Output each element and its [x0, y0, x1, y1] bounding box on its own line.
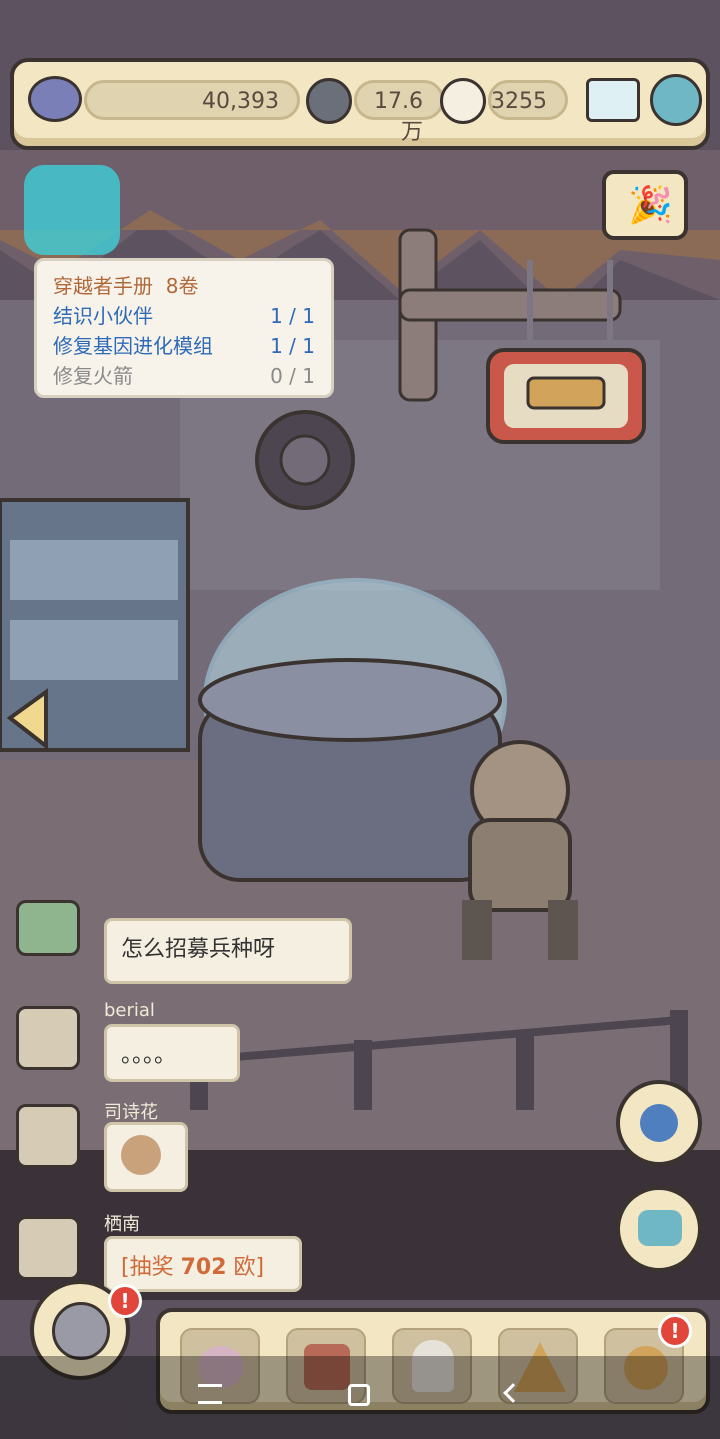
chat-bubble [104, 1122, 188, 1192]
notification-badge: ! [108, 1284, 142, 1318]
mail-icon[interactable] [586, 78, 640, 122]
quest-item-label: 结识小伙伴 [53, 304, 153, 328]
likes-count: 3255 [491, 89, 547, 114]
messages-count: 17.6万 [374, 89, 423, 145]
likes-pill: 3255 [488, 80, 568, 120]
home-icon[interactable] [348, 1384, 370, 1406]
quest-item: 修复火箭 0 / 1 [53, 361, 315, 391]
views-pill: 40,393 [84, 80, 300, 120]
planet-icon [640, 1104, 678, 1142]
chat-message: 。。。。 [121, 1043, 177, 1068]
quest-title: 穿越者手册 [53, 274, 153, 298]
chat-message-value: 702 [180, 1255, 227, 1280]
top-currency-bar: 40,393 17.6万 3255 [10, 58, 710, 150]
quest-panel[interactable]: 穿越者手册 8卷 结识小伙伴 1 / 1 修复基因进化模组 1 / 1 修复火箭… [34, 258, 334, 398]
quest-item-progress: 1 / 1 [270, 304, 315, 328]
chat-message: 怎么招募兵种呀 [121, 937, 276, 962]
chat-button[interactable] [616, 1186, 702, 1272]
menu-icon[interactable] [198, 1384, 222, 1404]
avatar [16, 1104, 80, 1168]
quest-volume: 8卷 [165, 274, 199, 298]
quest-item-label: 修复基因进化模组 [53, 334, 213, 358]
emoji-sticker-icon [121, 1135, 161, 1175]
quest-header: 穿越者手册 8卷 [53, 271, 315, 301]
chat-message-prefix: [抽奖 [121, 1255, 181, 1280]
chat-bubble-icon [638, 1210, 682, 1246]
back-icon[interactable] [503, 1383, 523, 1403]
chat-bubble: 怎么招募兵种呀 [104, 918, 352, 984]
planet-button[interactable] [616, 1080, 702, 1166]
chat-message-suffix: 欧] [226, 1255, 265, 1280]
messages-pill: 17.6万 [354, 80, 444, 145]
quest-item-label: 修复火箭 [53, 364, 133, 388]
event-button[interactable]: 🎉 [602, 170, 688, 240]
chat-username: berial [104, 1000, 155, 1021]
views-count: 40,393 [202, 89, 279, 114]
system-nav-bar [0, 1356, 720, 1439]
party-popper-icon: 🎉 [628, 185, 673, 226]
avatar [16, 1216, 80, 1280]
quest-item-progress: 1 / 1 [270, 334, 315, 358]
avatar [16, 1006, 80, 1070]
comment-icon [306, 78, 352, 124]
gear-icon[interactable] [650, 74, 702, 126]
compass-icon [52, 1302, 110, 1360]
chat-bubble: 。。。。 [104, 1024, 240, 1082]
chat-username: 司诗花 [104, 1102, 158, 1123]
avatar [16, 900, 80, 956]
quest-item: 结识小伙伴 1 / 1 [53, 301, 315, 331]
eye-icon [28, 76, 82, 122]
like-bubble-icon [440, 78, 486, 124]
quest-item-progress: 0 / 1 [270, 364, 315, 388]
notification-badge: ! [658, 1314, 692, 1348]
quest-item: 修复基因进化模组 1 / 1 [53, 331, 315, 361]
chat-bubble: [抽奖 702 欧] [104, 1236, 302, 1292]
chat-username: 栖南 [104, 1214, 140, 1235]
